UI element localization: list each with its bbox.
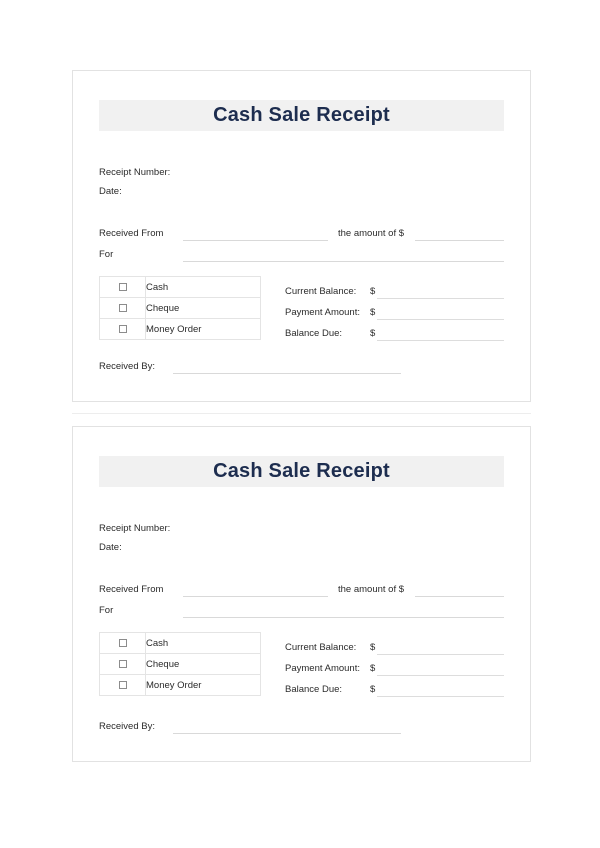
checkbox-icon[interactable] [118,638,127,647]
currency-symbol: $ [370,663,376,674]
table-row[interactable]: Cash [99,276,261,298]
payment-method-label: Cheque [145,653,261,675]
payment-method-checkbox-cell[interactable] [99,632,146,654]
balance-due-row: Balance Due: $ [285,320,504,341]
payment-method-table: Cash Cheque Money Order [99,276,261,340]
current-balance-input[interactable] [377,284,504,299]
amount-of-label: the amount of $ [338,584,405,595]
payment-amount-input[interactable] [377,661,504,676]
payment-method-checkbox-cell[interactable] [99,297,146,319]
receipt-entry-block: Received From the amount of $ For [99,221,504,263]
for-row: For [99,598,504,618]
document-page: Cash Sale Receipt Receipt Number: Date: … [0,0,600,848]
for-label: For [99,605,114,616]
checkbox-icon[interactable] [118,680,127,689]
balance-due-row: Balance Due: $ [285,676,504,697]
current-balance-label: Current Balance: [285,286,357,297]
for-input[interactable] [183,603,504,618]
currency-symbol: $ [370,684,376,695]
amount-of-label: the amount of $ [338,228,405,239]
current-balance-row: Current Balance: $ [285,634,504,655]
payment-method-checkbox-cell[interactable] [99,674,146,696]
checkbox-icon[interactable] [118,303,127,312]
for-row: For [99,242,504,262]
date-label: Date: [99,542,122,553]
balance-block: Current Balance: $ Payment Amount: $ Bal… [285,276,504,341]
currency-symbol: $ [370,642,376,653]
received-by-label: Received By: [99,721,155,732]
receipt-entry-block: Received From the amount of $ For [99,577,504,619]
current-balance-row: Current Balance: $ [285,278,504,299]
page-title: Cash Sale Receipt [213,104,390,126]
receipt-meta-block: Receipt Number: Date: [99,163,170,201]
amount-input[interactable] [415,226,504,241]
checkbox-icon[interactable] [118,282,127,291]
checkbox-icon[interactable] [118,324,127,333]
receipt-card-2: Cash Sale Receipt Receipt Number: Date: … [72,426,531,762]
payment-amount-row: Payment Amount: $ [285,655,504,676]
payment-method-checkbox-cell[interactable] [99,318,146,340]
table-row[interactable]: Cash [99,632,261,654]
date-label: Date: [99,186,122,197]
page-title: Cash Sale Receipt [213,460,390,482]
payment-method-checkbox-cell[interactable] [99,276,146,298]
balance-due-label: Balance Due: [285,328,343,339]
received-by-row: Received By: [99,719,401,734]
current-balance-label: Current Balance: [285,642,357,653]
for-input[interactable] [183,247,504,262]
sheet-divider [72,413,531,414]
currency-symbol: $ [370,286,376,297]
received-from-input[interactable] [183,226,328,241]
payment-amount-input[interactable] [377,305,504,320]
receipt-number-label: Receipt Number: [99,523,171,534]
receipt-meta-block: Receipt Number: Date: [99,519,170,557]
receipt-number-label: Receipt Number: [99,167,171,178]
balance-due-label: Balance Due: [285,684,343,695]
receipt-title-banner: Cash Sale Receipt [99,456,504,487]
received-by-label: Received By: [99,361,155,372]
received-from-input[interactable] [183,582,328,597]
table-row[interactable]: Money Order [99,674,261,696]
received-from-row: Received From the amount of $ [99,577,504,597]
receipt-card-1: Cash Sale Receipt Receipt Number: Date: … [72,70,531,402]
currency-symbol: $ [370,307,376,318]
currency-symbol: $ [370,328,376,339]
receipt-lower-block: Cash Cheque Money Order Current Balance:… [99,276,504,341]
received-from-label: Received From [99,584,164,595]
payment-amount-label: Payment Amount: [285,663,360,674]
payment-method-label: Cheque [145,297,261,319]
payment-method-label: Money Order [145,674,261,696]
amount-input[interactable] [415,582,504,597]
current-balance-input[interactable] [377,640,504,655]
payment-method-checkbox-cell[interactable] [99,653,146,675]
receipt-title-banner: Cash Sale Receipt [99,100,504,131]
payment-method-label: Cash [145,632,261,654]
payment-method-label: Money Order [145,318,261,340]
receipt-lower-block: Cash Cheque Money Order Current Balance:… [99,632,504,697]
table-row[interactable]: Money Order [99,318,261,340]
received-by-input[interactable] [173,719,401,734]
received-from-label: Received From [99,228,164,239]
table-row[interactable]: Cheque [99,297,261,319]
payment-amount-label: Payment Amount: [285,307,360,318]
payment-method-table: Cash Cheque Money Order [99,632,261,696]
balance-due-input[interactable] [377,682,504,697]
checkbox-icon[interactable] [118,659,127,668]
balance-block: Current Balance: $ Payment Amount: $ Bal… [285,632,504,697]
table-row[interactable]: Cheque [99,653,261,675]
payment-method-label: Cash [145,276,261,298]
received-from-row: Received From the amount of $ [99,221,504,241]
payment-amount-row: Payment Amount: $ [285,299,504,320]
for-label: For [99,249,114,260]
received-by-input[interactable] [173,359,401,374]
balance-due-input[interactable] [377,326,504,341]
received-by-row: Received By: [99,359,401,374]
